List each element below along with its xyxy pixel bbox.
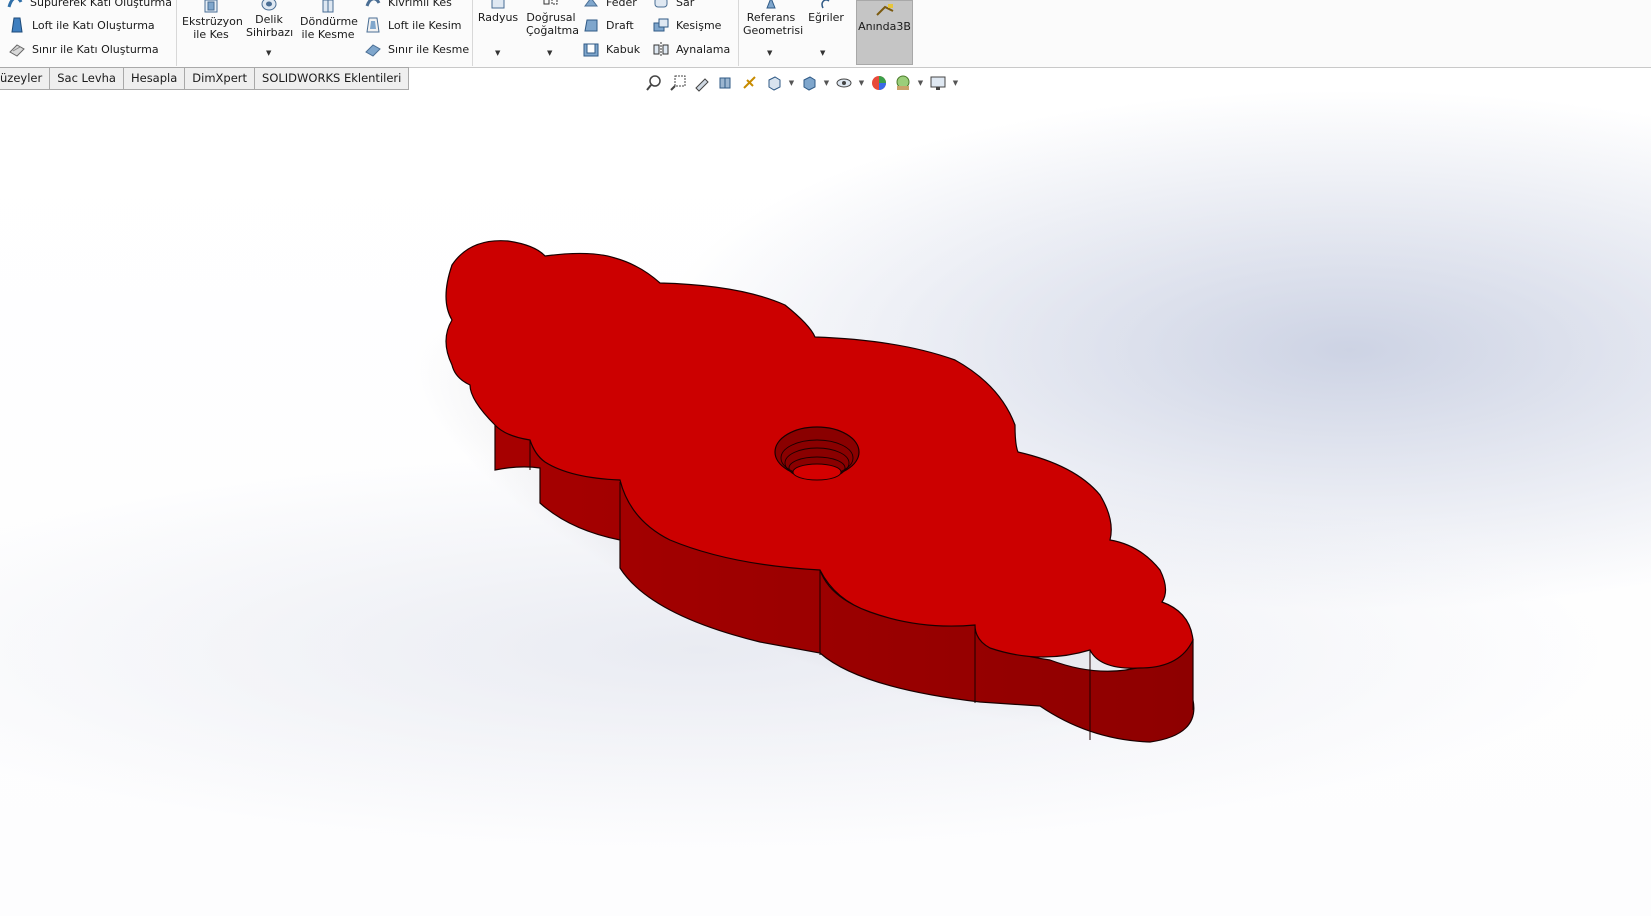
swept-cut-button[interactable]: Kıvrımlı Kes [364,0,452,13]
shell-button[interactable]: Kabuk [582,38,640,60]
rib-icon [584,0,598,7]
fillet-icon [491,0,505,9]
display-style-icon[interactable] [798,73,820,93]
boundary-cut-label: Sınır ile Kesme [388,42,470,56]
revolved-cut-label: Döndürme ile Kesme [300,15,358,41]
swept-boss-label: Süpürerek Katı Oluşturma [30,0,172,9]
command-manager-ribbon: Süpürerek Katı Oluşturma Loft ile Katı O… [0,0,1651,68]
curves-label: Eğriler [808,11,844,24]
lofted-cut-icon [366,17,380,33]
revolved-cut-button[interactable]: Döndürme ile Kesme [298,0,358,41]
heads-up-view-toolbar: ▼ ▼ ▼ ▼ ▼ [643,72,960,94]
revolved-cut-icon [322,0,334,13]
lofted-cut-label: Loft ile Kesim [388,18,462,32]
apply-scene-dropdown-arrow[interactable]: ▼ [916,79,925,87]
reference-geometry-button[interactable]: Referans Geometrisi [742,0,804,37]
shell-label: Kabuk [606,42,641,56]
intersect-button[interactable]: Kesişme [652,14,721,36]
3d-model-view[interactable] [0,90,1651,916]
wrap-label: Sar [676,0,695,9]
hole-wizard-button[interactable]: Delik Sihirbazı [244,0,294,39]
swept-boss-button[interactable]: Süpürerek Katı Oluşturma [6,0,172,13]
fillet-button[interactable]: Radyus [476,0,520,24]
swept-boss-icon [7,0,23,8]
group-separator [738,0,739,66]
intersect-label: Kesişme [676,18,722,32]
view-settings-icon[interactable] [927,73,949,93]
intersect-icon [653,18,669,32]
linear-pattern-dropdown-arrow[interactable]: ▼ [547,49,552,57]
extruded-cut-icon [204,0,218,13]
mirror-button[interactable]: Aynalama [652,38,730,60]
wrap-icon [654,0,668,8]
rib-button[interactable]: Feder [582,0,637,13]
curves-button[interactable]: Eğriler [804,0,848,24]
previous-view-icon[interactable] [691,73,713,93]
tab-evaluate[interactable]: Hesapla [123,67,186,90]
dynamic-annotation-icon[interactable] [739,73,761,93]
edit-appearance-icon[interactable] [868,73,890,93]
graphics-viewport[interactable]: ▼ ▼ ▼ ▼ ▼ [0,75,1651,916]
zoom-to-area-icon[interactable] [667,73,689,93]
command-manager-tabs: üzeyler Sac Levha Hesapla DimXpert SOLID… [0,67,410,90]
tab-surfaces[interactable]: üzeyler [0,67,51,90]
boundary-boss-label: Sınır ile Katı Oluşturma [32,42,159,56]
hole-wizard-icon [261,0,277,11]
zoom-to-fit-icon[interactable] [643,73,665,93]
group-separator [472,0,473,66]
wrap-button[interactable]: Sar [652,0,694,13]
reference-geometry-label: Referans Geometrisi [743,11,804,37]
linear-pattern-button[interactable]: Doğrusal Çoğaltma [524,0,579,37]
draft-button[interactable]: Draft [582,14,634,36]
mirror-icon [653,42,669,56]
hole-wizard-label: Delik Sihirbazı [246,13,294,39]
boundary-boss-icon [9,44,25,57]
fillet-dropdown-arrow[interactable]: ▼ [495,49,500,57]
display-style-dropdown-arrow[interactable]: ▼ [822,79,831,87]
tab-dimxpert[interactable]: DimXpert [185,67,256,90]
swept-cut-icon [365,0,381,7]
rib-label: Feder [606,0,637,9]
loft-boss-label: Loft ile Katı Oluşturma [32,18,155,32]
mirror-label: Aynalama [676,42,731,56]
fillet-label: Radyus [477,11,519,24]
view-settings-dropdown-arrow[interactable]: ▼ [951,79,960,87]
draft-icon [584,19,598,32]
apply-scene-icon[interactable] [892,73,914,93]
extruded-cut-label: Ekstrüzyon ile Kes [182,15,243,41]
linear-pattern-icon [543,0,558,5]
instant3d-icon [876,4,894,16]
shell-icon [583,43,599,57]
boundary-boss-button[interactable]: Sınır ile Katı Oluşturma [8,38,159,60]
reference-geometry-icon [766,0,776,9]
boundary-cut-button[interactable]: Sınır ile Kesme [364,38,469,60]
swept-cut-label: Kıvrımlı Kes [388,0,452,9]
instant3d-label: Anında3B [858,20,911,33]
reference-geometry-dropdown-arrow[interactable]: ▼ [767,49,772,57]
section-view-icon[interactable] [715,73,737,93]
group-separator [176,0,177,66]
hide-show-items-dropdown-arrow[interactable]: ▼ [857,79,866,87]
boundary-cut-icon [365,44,381,57]
tab-solidworks-addins[interactable]: SOLIDWORKS Eklentileri [255,67,410,90]
curves-icon [821,0,830,9]
instant3d-toggle-button[interactable]: Anında3B [856,0,913,65]
curves-dropdown-arrow[interactable]: ▼ [820,49,825,57]
draft-label: Draft [606,18,634,32]
linear-pattern-label: Doğrusal Çoğaltma [526,11,579,37]
extruded-cut-button[interactable]: Ekstrüzyon ile Kes [180,0,243,41]
view-orientation-dropdown-arrow[interactable]: ▼ [787,79,796,87]
hole-wizard-dropdown-arrow[interactable]: ▼ [266,49,271,57]
loft-boss-button[interactable]: Loft ile Katı Oluşturma [8,14,155,36]
tab-sheet-metal[interactable]: Sac Levha [50,67,124,90]
loft-boss-icon [11,17,23,33]
hide-show-items-icon[interactable] [833,73,855,93]
view-orientation-icon[interactable] [763,73,785,93]
lofted-cut-button[interactable]: Loft ile Kesim [364,14,461,36]
